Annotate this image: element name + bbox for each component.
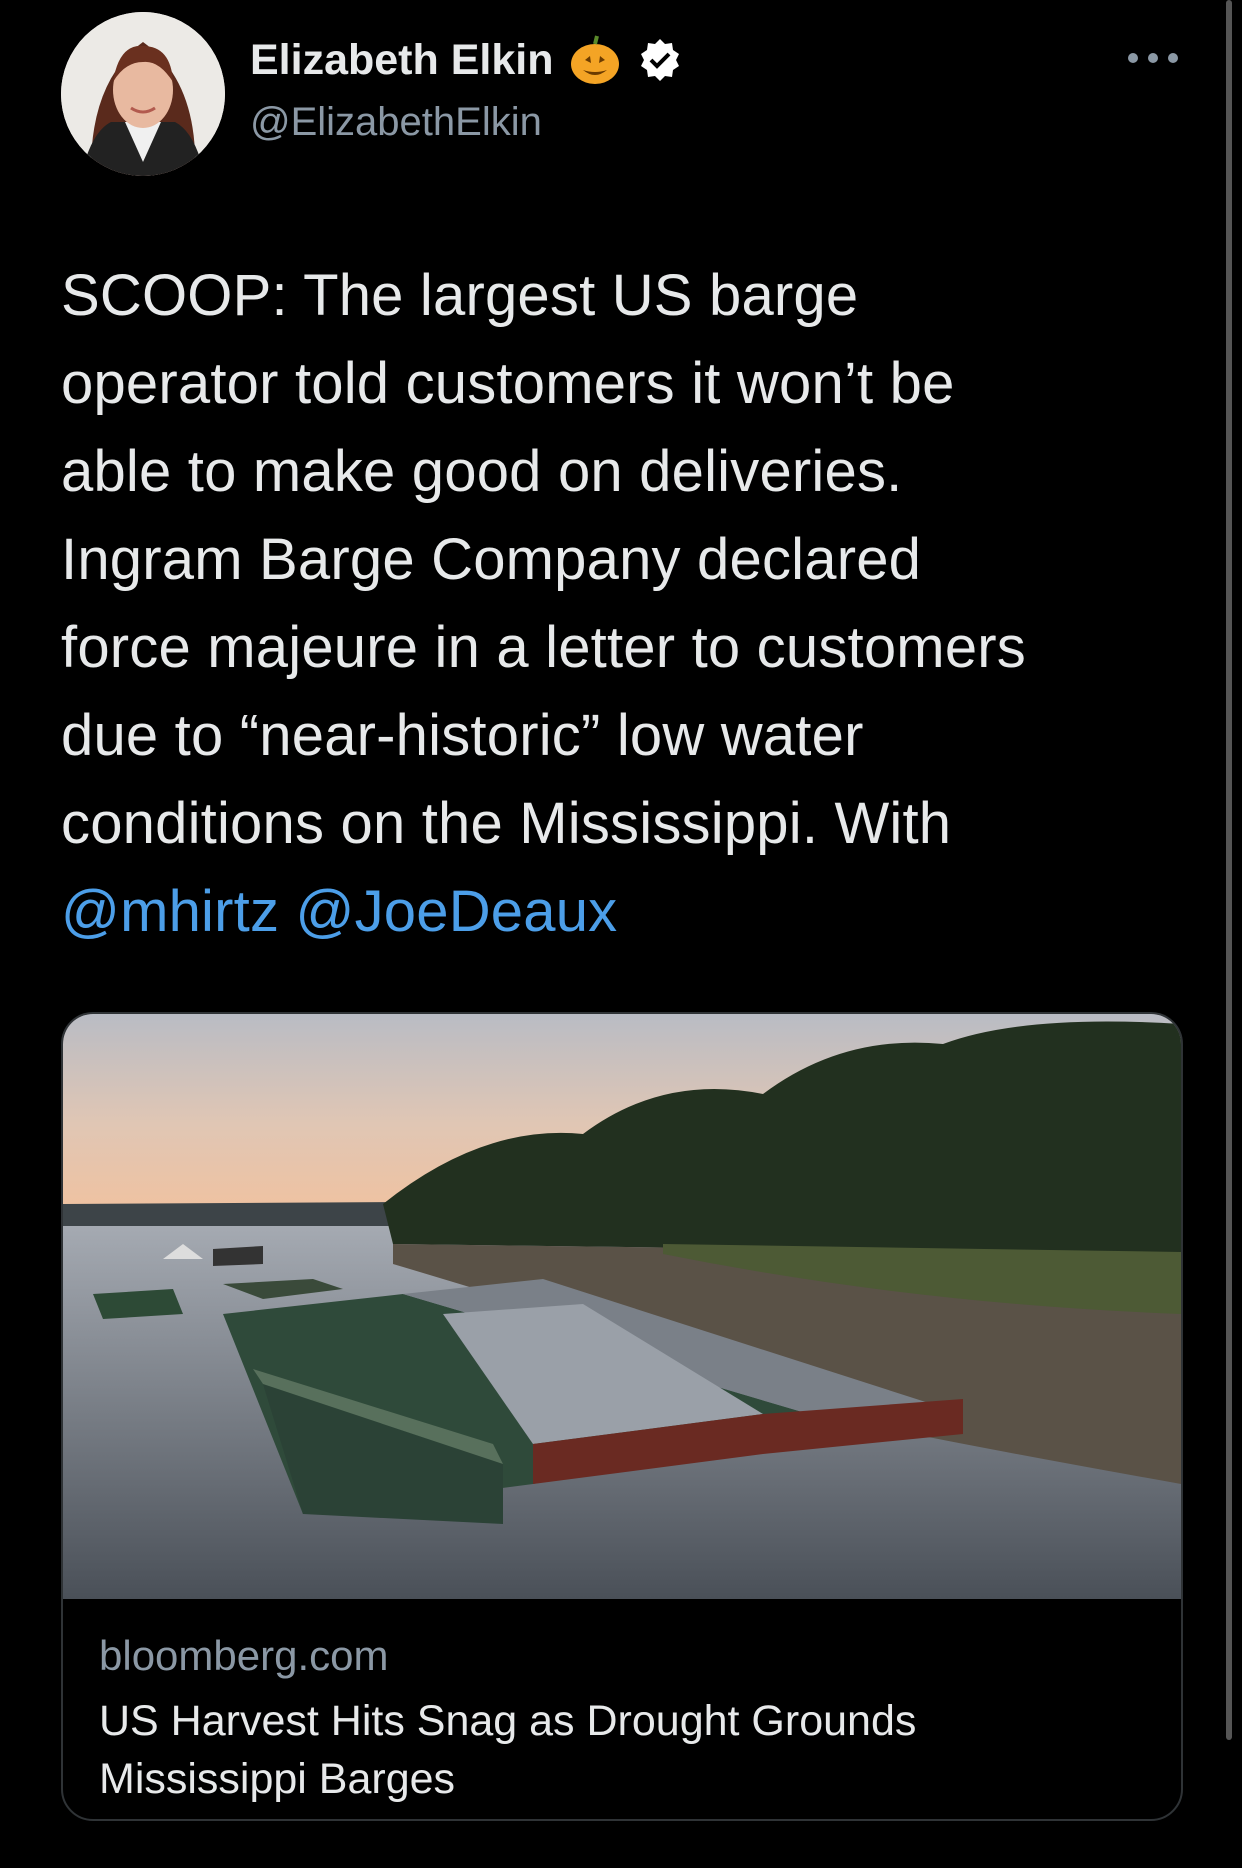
author-name[interactable]: Elizabeth Elkin bbox=[250, 36, 553, 85]
link-card-title: US Harvest Hits Snag as Drought Grounds … bbox=[99, 1692, 1159, 1808]
more-dot bbox=[1168, 53, 1178, 63]
more-dot bbox=[1128, 53, 1138, 63]
link-card[interactable]: bloomberg.com US Harvest Hits Snag as Dr… bbox=[61, 1012, 1183, 1821]
tweet-line: SCOOP: The largest US barge bbox=[61, 263, 859, 328]
link-card-image[interactable] bbox=[63, 1014, 1181, 1599]
more-options-icon[interactable] bbox=[1128, 46, 1178, 70]
pumpkin-icon bbox=[567, 32, 623, 88]
mentions-line: @mhirtz @JoeDeaux bbox=[61, 868, 1191, 956]
tweet-line: due to “near-historic” low water bbox=[61, 703, 864, 768]
verified-icon bbox=[637, 37, 683, 83]
tweet-line: conditions on the Mississippi. With bbox=[61, 791, 952, 856]
avatar[interactable] bbox=[61, 12, 225, 176]
tweet-line: force majeure in a letter to customers bbox=[61, 615, 1026, 680]
author-handle[interactable]: @ElizabethElkin bbox=[250, 100, 542, 145]
more-dot bbox=[1148, 53, 1158, 63]
tweet-text: SCOOP: The largest US barge operator tol… bbox=[61, 252, 1191, 956]
mention-link[interactable]: @JoeDeaux bbox=[296, 879, 618, 944]
avatar-photo bbox=[61, 12, 225, 176]
link-card-domain: bloomberg.com bbox=[99, 1632, 389, 1679]
tweet-line: able to make good on deliveries. bbox=[61, 439, 903, 504]
author-name-row[interactable]: Elizabeth Elkin bbox=[250, 32, 683, 88]
mention-link[interactable]: @mhirtz bbox=[61, 879, 279, 944]
link-card-title-line: Mississippi Barges bbox=[99, 1755, 456, 1803]
tweet-line: Ingram Barge Company declared bbox=[61, 527, 922, 592]
scrollbar[interactable] bbox=[1226, 0, 1232, 1740]
tweet-line: operator told customers it won’t be bbox=[61, 351, 955, 416]
link-card-title-line: US Harvest Hits Snag as Drought Grounds bbox=[99, 1697, 917, 1745]
